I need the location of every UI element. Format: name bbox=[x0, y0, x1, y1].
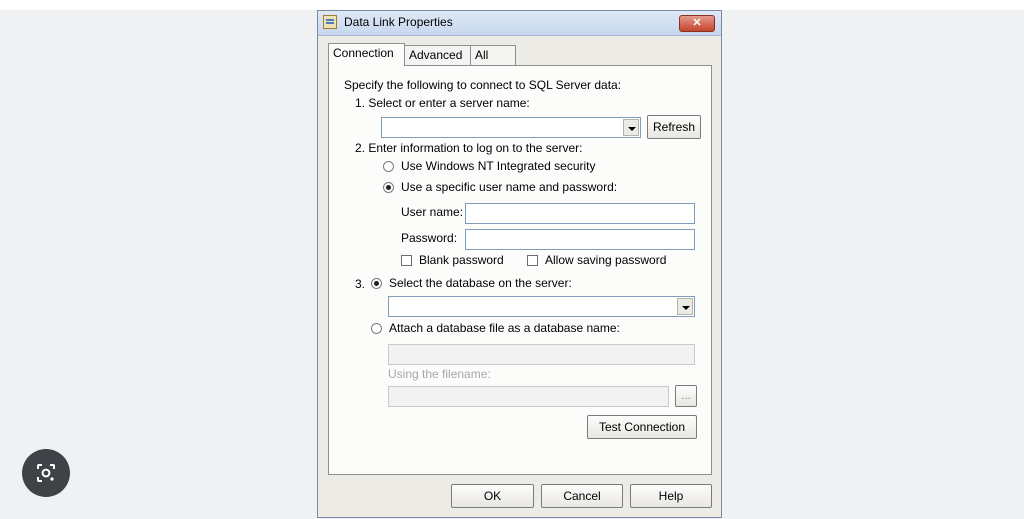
cancel-button[interactable]: Cancel bbox=[541, 484, 623, 508]
connection-panel: Specify the following to connect to SQL … bbox=[328, 65, 712, 475]
using-filename-label: Using the filename: bbox=[388, 367, 491, 381]
user-name-label: User name: bbox=[401, 205, 464, 219]
allow-saving-password-checkbox[interactable] bbox=[527, 255, 538, 266]
blank-password-checkbox[interactable] bbox=[401, 255, 412, 266]
lens-search-button[interactable] bbox=[22, 449, 70, 497]
blank-password-label: Blank password bbox=[419, 253, 504, 267]
tab-advanced[interactable]: Advanced bbox=[404, 45, 471, 65]
password-input[interactable] bbox=[465, 229, 695, 250]
ok-button[interactable]: OK bbox=[451, 484, 534, 508]
refresh-button[interactable]: Refresh bbox=[647, 115, 701, 139]
tab-connection[interactable]: Connection bbox=[328, 43, 405, 66]
radio-windows-nt-security[interactable] bbox=[383, 161, 394, 172]
close-button[interactable]: ✕ bbox=[679, 15, 715, 32]
radio-specific-user-label: Use a specific user name and password: bbox=[401, 180, 618, 194]
test-connection-button[interactable]: Test Connection bbox=[587, 415, 697, 439]
radio-select-database[interactable] bbox=[371, 278, 382, 289]
data-link-properties-dialog: Data Link Properties ✕ Connection Advanc… bbox=[317, 10, 722, 518]
radio-attach-file-label: Attach a database file as a database nam… bbox=[389, 321, 620, 335]
server-name-combo[interactable] bbox=[381, 117, 641, 138]
user-name-input[interactable] bbox=[465, 203, 695, 224]
help-button[interactable]: Help bbox=[630, 484, 712, 508]
window-title: Data Link Properties bbox=[344, 15, 453, 29]
chevron-down-icon[interactable] bbox=[677, 298, 693, 315]
radio-select-database-label: Select the database on the server: bbox=[389, 276, 572, 290]
radio-windows-nt-label: Use Windows NT Integrated security bbox=[401, 159, 596, 173]
step1-label: 1. Select or enter a server name: bbox=[355, 96, 530, 110]
step3-label: 3. bbox=[355, 277, 366, 291]
tab-all[interactable]: All bbox=[470, 45, 516, 65]
top-band bbox=[0, 0, 1024, 10]
browse-button[interactable]: ... bbox=[675, 385, 697, 407]
password-label: Password: bbox=[401, 231, 458, 245]
chevron-down-icon[interactable] bbox=[623, 119, 639, 136]
database-combo[interactable] bbox=[388, 296, 695, 317]
intro-text: Specify the following to connect to SQL … bbox=[344, 78, 622, 92]
screen: Data Link Properties ✕ Connection Advanc… bbox=[0, 0, 1024, 519]
data-link-icon bbox=[323, 15, 337, 29]
step2-label: 2. Enter information to log on to the se… bbox=[355, 141, 583, 155]
radio-specific-user[interactable] bbox=[383, 182, 394, 193]
allow-saving-password-label: Allow saving password bbox=[545, 253, 667, 267]
title-bar: Data Link Properties ✕ bbox=[318, 11, 721, 36]
radio-attach-file[interactable] bbox=[371, 323, 382, 334]
attach-database-input[interactable] bbox=[388, 344, 695, 365]
filename-input[interactable] bbox=[388, 386, 669, 407]
lens-search-icon bbox=[37, 464, 55, 482]
